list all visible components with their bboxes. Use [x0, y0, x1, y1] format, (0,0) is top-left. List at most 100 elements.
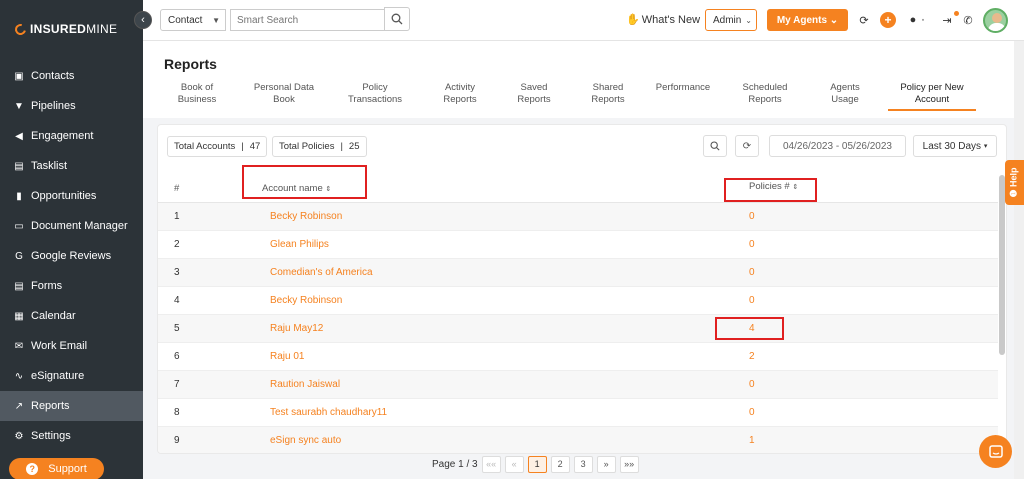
- tab-policy-transactions[interactable]: Policy Transactions: [336, 82, 414, 106]
- sidebar-item-label: Settings: [31, 430, 71, 442]
- policy-count-link[interactable]: 2: [749, 351, 755, 362]
- logout-icon[interactable]: ⇥: [939, 12, 955, 28]
- avatar-body: [988, 23, 1006, 31]
- sidebar-item-label: Pipelines: [31, 100, 76, 112]
- sidebar-item-label: Tasklist: [31, 160, 68, 172]
- tab-shared-reports[interactable]: Shared Reports: [573, 82, 643, 106]
- account-name-link[interactable]: eSign sync auto: [270, 435, 341, 446]
- table-scrollbar[interactable]: [999, 175, 1005, 355]
- sidebar-item-label: Engagement: [31, 130, 94, 142]
- sidebar-item-calendar[interactable]: ▦ Calendar: [0, 301, 143, 331]
- prev-page-button[interactable]: «: [504, 455, 524, 473]
- google-icon: G: [15, 250, 23, 262]
- sidebar-item-label: Work Email: [31, 340, 88, 352]
- sidebar-item-settings[interactable]: ⚙ Settings: [0, 421, 143, 451]
- sidebar-item-google-reviews[interactable]: G Google Reviews: [0, 241, 143, 271]
- support-button[interactable]: ? Support: [9, 458, 104, 479]
- account-name-link[interactable]: Test saurabh chaudhary11: [270, 407, 387, 418]
- sidebar-item-reports[interactable]: ↗ Reports: [0, 391, 143, 421]
- contacts-icon: ▣: [14, 70, 24, 82]
- row-number: 6: [174, 351, 180, 362]
- add-icon[interactable]: +: [880, 12, 896, 28]
- help-tab[interactable]: ❶ Help: [1005, 160, 1024, 205]
- megaphone-icon: ◀: [15, 130, 23, 142]
- table-row: 2 Glean Philips 0: [158, 231, 998, 259]
- highlight-box-account: [242, 165, 367, 199]
- page-1-button[interactable]: 1: [527, 455, 547, 473]
- sidebar-item-esignature[interactable]: ∿ eSignature: [0, 361, 143, 391]
- account-name-link[interactable]: Glean Philips: [270, 239, 329, 250]
- col-header-num: #: [174, 183, 180, 194]
- policy-count-link[interactable]: 0: [749, 379, 755, 390]
- page-scrollbar[interactable]: [1014, 41, 1024, 479]
- date-range-picker[interactable]: 04/26/2023 - 05/26/2023: [769, 135, 906, 157]
- policy-count-link[interactable]: 0: [749, 407, 755, 418]
- tab-activity-reports[interactable]: Activity Reports: [427, 82, 493, 106]
- tab-agents-usage[interactable]: Agents Usage: [813, 82, 877, 106]
- table-row: 7 Raution Jaiswal 0: [158, 371, 998, 399]
- page-2-button[interactable]: 2: [550, 455, 570, 473]
- last-page-button[interactable]: »»: [619, 455, 639, 473]
- tab-saved-reports[interactable]: Saved Reports: [499, 82, 569, 106]
- chat-button[interactable]: [979, 435, 1012, 468]
- policy-count-link[interactable]: 0: [749, 267, 755, 278]
- policy-count-link[interactable]: 1: [749, 435, 755, 446]
- policy-count-link[interactable]: 0: [749, 211, 755, 222]
- report-card: Total Accounts | 47 Total Policies | 25 …: [157, 124, 1007, 454]
- collapse-sidebar-button[interactable]: ‹: [134, 11, 152, 29]
- search-scope-select[interactable]: Contact ▼: [160, 9, 226, 31]
- hand-icon: ✋: [626, 14, 640, 26]
- refresh-button[interactable]: ⟳: [735, 135, 759, 157]
- highlight-box-policies: [724, 178, 817, 202]
- sidebar-item-engagement[interactable]: ◀ Engagement: [0, 121, 143, 151]
- sidebar: INSURED MINE ▣ Contacts ▼ Pipelines ◀ Engagem…: [0, 0, 143, 479]
- sidebar-item-tasklist[interactable]: ▤ Tasklist: [0, 151, 143, 181]
- table-search-button[interactable]: [703, 135, 727, 157]
- total-accounts-stat: Total Accounts | 47: [167, 136, 268, 157]
- chevron-down-icon: ⌄: [745, 15, 752, 25]
- row-number: 1: [174, 211, 180, 222]
- page-3-button[interactable]: 3: [573, 455, 593, 473]
- first-page-button[interactable]: ««: [481, 455, 501, 473]
- sidebar-item-opportunities[interactable]: ▮ Opportunities: [0, 181, 143, 211]
- sidebar-item-label: Contacts: [31, 70, 75, 82]
- policy-count-link[interactable]: 0: [749, 295, 755, 306]
- highlight-box-policy-value: [715, 317, 784, 340]
- help-icon: ❶: [1009, 186, 1019, 198]
- sidebar-item-pipelines[interactable]: ▼ Pipelines: [0, 91, 143, 121]
- period-select[interactable]: Last 30 Days ▾: [913, 135, 997, 157]
- smart-search-input[interactable]: [230, 9, 385, 31]
- account-name-link[interactable]: Raju 01: [270, 351, 304, 362]
- next-page-button[interactable]: »: [596, 455, 616, 473]
- account-name-link[interactable]: Comedian's of America: [270, 267, 373, 278]
- account-name-link[interactable]: Becky Robinson: [270, 295, 342, 306]
- account-name-link[interactable]: Raution Jaiswal: [270, 379, 340, 390]
- role-select[interactable]: Admin ⌄: [705, 9, 757, 31]
- account-name-link[interactable]: Raju May12: [270, 323, 323, 334]
- tab-personal-data-book[interactable]: Personal Data Book: [243, 82, 325, 106]
- tab-scheduled-reports[interactable]: Scheduled Reports: [728, 82, 802, 106]
- tab-performance[interactable]: Performance: [645, 82, 721, 94]
- phone-icon[interactable]: ✆: [960, 12, 976, 28]
- sidebar-item-contacts[interactable]: ▣ Contacts: [0, 61, 143, 91]
- search-button[interactable]: [384, 7, 410, 31]
- sidebar-item-document-manager[interactable]: ▭ Document Manager: [0, 211, 143, 241]
- policy-count-link[interactable]: 0: [749, 239, 755, 250]
- tab-policy-per-new-account[interactable]: Policy per New Account: [888, 82, 976, 111]
- tab-book-of-business[interactable]: Book of Business: [161, 82, 233, 106]
- sidebar-item-work-email[interactable]: ✉ Work Email: [0, 331, 143, 361]
- total-accounts-label: Total Accounts: [174, 141, 236, 152]
- search-icon: [710, 141, 720, 151]
- account-name-link[interactable]: Becky Robinson: [270, 211, 342, 222]
- search-icon: [391, 13, 403, 25]
- email-icon: ✉: [14, 340, 24, 352]
- whats-new-link[interactable]: ✋ What's New: [626, 13, 700, 27]
- pipelines-icon: ▼: [14, 100, 24, 112]
- brand-logo[interactable]: INSURED MINE: [12, 21, 117, 37]
- my-agents-button[interactable]: My Agents ⌄: [767, 9, 848, 31]
- avatar[interactable]: [983, 8, 1008, 33]
- refresh-icon[interactable]: ⟳: [856, 12, 872, 28]
- sidebar-item-forms[interactable]: ▤ Forms: [0, 271, 143, 301]
- sidebar-item-label: eSignature: [31, 370, 85, 382]
- logo-icon: [12, 21, 29, 37]
